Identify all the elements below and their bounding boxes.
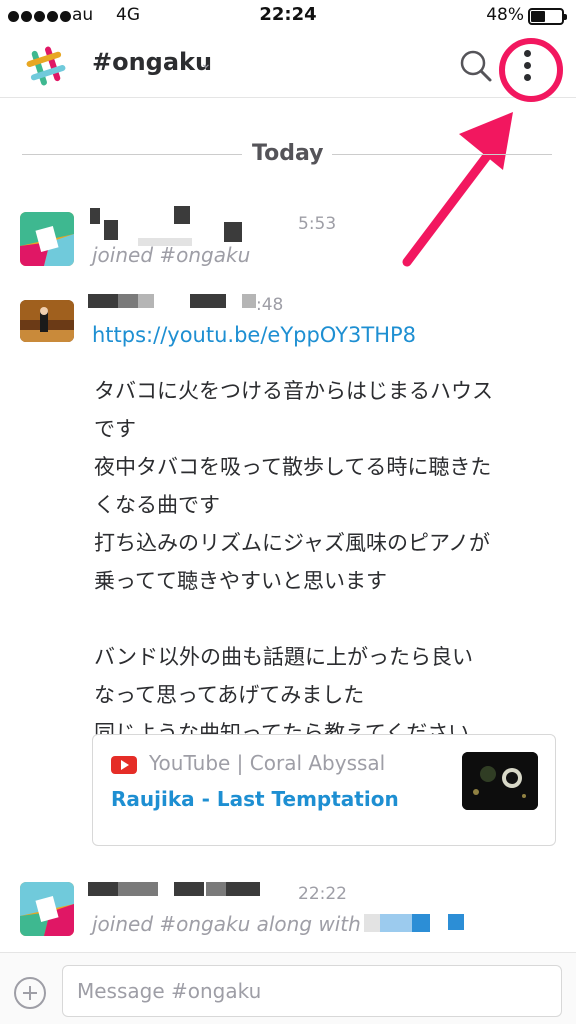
add-attachment-button[interactable] [14,977,46,1009]
message-body: タバコに火をつける音からはじまるハウス です 夜中タバコを吸って散歩してる時に聴… [94,372,564,752]
message-timestamp: :48 [256,295,284,315]
chevron-down-icon[interactable]: ⌄ [200,56,212,72]
youtube-icon [111,756,137,774]
message-line: バンド以外の曲も話題に上がったら良い [94,645,474,669]
message-line: 夜中タバコを吸って散歩してる時に聴きた [94,455,492,479]
avatar[interactable] [20,212,74,266]
battery-level-fill [531,11,545,22]
search-icon[interactable] [456,46,496,86]
day-divider-label: Today [252,141,324,166]
message-line: タバコに火をつける音からはじまるハウス [94,379,493,403]
message-line: です [94,417,136,441]
message-line: 乗ってて聴きやすいと思います [94,569,387,593]
message-line: なって思ってあげてみました [94,683,365,707]
message-line: くなる曲です [94,493,220,517]
message-timestamp: 22:22 [298,884,347,904]
annotation-arrow [402,112,513,267]
avatar[interactable] [20,300,74,342]
avatar[interactable] [20,882,74,936]
preview-source: YouTube | Coral Abyssal [149,751,386,775]
slack-logo-icon[interactable] [22,42,70,90]
message-input[interactable] [62,965,562,1017]
join-notice: joined #ongaku [92,243,251,267]
message-line: 打ち込みのリズムにジャズ風味のピアノが [94,531,491,555]
join-notice: joined #ongaku along with [92,912,361,936]
message-composer [0,952,576,1024]
channel-title[interactable]: #ongaku [92,48,212,76]
youtube-link[interactable]: https://youtu.be/eYppOY3THP8 [92,323,416,347]
channel-header: #ongaku ⌄ [0,34,576,102]
preview-title[interactable]: Raujika - Last Temptation [111,787,399,811]
status-bar: au 4G 22:24 48% [0,0,576,34]
battery-percent: 48% [486,5,524,25]
message-timestamp: 5:53 [298,214,337,234]
annotation-circle [499,38,563,102]
video-thumbnail[interactable] [462,752,538,810]
day-divider: Today [22,140,552,170]
link-preview-card[interactable]: YouTube | Coral Abyssal Raujika - Last T… [92,734,556,846]
battery-icon [528,8,567,25]
